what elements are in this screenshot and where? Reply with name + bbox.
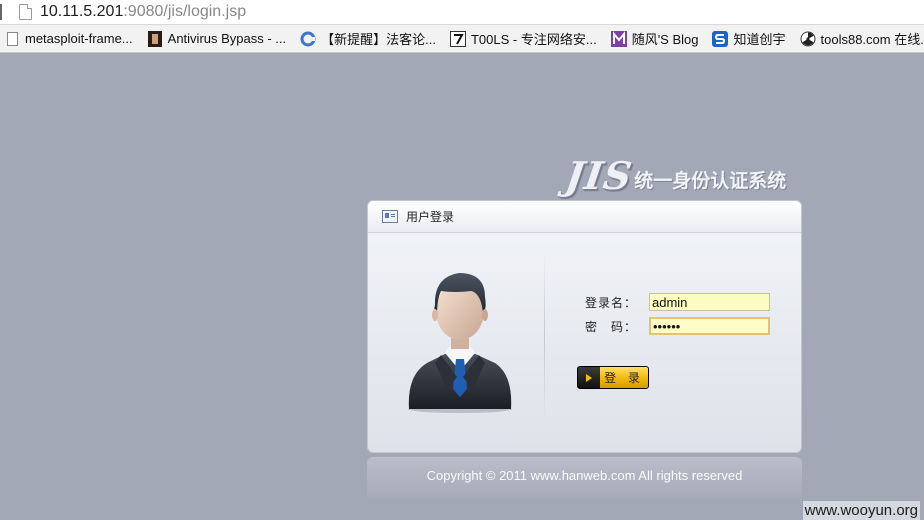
login-panel: 用户登录 登录名： 密 码： <box>367 200 802 453</box>
panel-header: 用户登录 <box>368 201 801 233</box>
radiation-icon <box>800 31 816 47</box>
bookmark-item[interactable]: 随风'S Blog <box>610 29 699 48</box>
bookmark-label: 随风'S Blog <box>631 32 699 47</box>
panel-divider <box>544 253 545 425</box>
bookmark-item[interactable]: 【新提醒】法客论... <box>300 29 436 48</box>
username-row: 登录名： <box>585 293 770 311</box>
bookmark-label: 【新提醒】法客论... <box>321 32 436 47</box>
letter-m-icon <box>610 30 627 47</box>
bookmark-page-icon <box>4 31 20 47</box>
number-7-icon <box>449 30 466 47</box>
letter-s-icon <box>712 30 729 47</box>
bookmark-label: tools88.com 在线... <box>820 32 924 47</box>
watermark: www.wooyun.org <box>802 501 920 520</box>
password-row: 密 码： <box>585 317 770 335</box>
username-label: 登录名： <box>585 295 638 310</box>
bookmark-item[interactable]: metasploit-frame... <box>4 31 133 47</box>
bookmark-label: metasploit-frame... <box>25 31 133 46</box>
username-input[interactable] <box>649 293 770 311</box>
bookmark-label: 知道创宇 <box>733 32 786 47</box>
user-card-icon <box>382 210 398 223</box>
page-icon <box>19 4 32 20</box>
bookmark-label: Antivirus Bypass - ... <box>167 31 287 46</box>
copyright-text: Copyright © 2011 www.hanweb.com All righ… <box>426 468 743 483</box>
url-text[interactable]: 10.11.5.201:9080/jis/login.jsp <box>40 3 246 21</box>
bookmarks-bar: metasploit-frame... Antivirus Bypass - .… <box>0 25 924 53</box>
film-strip-icon <box>147 30 163 47</box>
password-label: 密 码： <box>585 319 638 334</box>
login-button-label: 登 录 <box>600 367 648 388</box>
user-avatar-icon <box>408 273 512 413</box>
system-title: 统一身份认证系统 <box>634 170 787 192</box>
bookmark-item[interactable]: tools88.com 在线... <box>800 29 924 48</box>
logo-text: JIS <box>562 153 636 198</box>
play-arrow-icon <box>586 373 592 382</box>
panel-title: 用户登录 <box>406 210 455 224</box>
bookmark-item[interactable]: 知道创宇 <box>712 29 786 48</box>
window-edge <box>0 4 2 20</box>
password-input[interactable] <box>649 317 770 335</box>
bookmark-item[interactable]: Antivirus Bypass - ... <box>147 30 287 47</box>
address-bar[interactable]: 10.11.5.201:9080/jis/login.jsp <box>0 0 924 25</box>
refresh-circle-icon <box>300 31 316 47</box>
bookmark-label: T00LS - 专注网络安... <box>470 32 597 47</box>
login-button[interactable]: 登 录 <box>577 366 649 389</box>
bookmark-item[interactable]: T00LS - 专注网络安... <box>449 29 597 48</box>
system-logo: JIS 统一身份认证系统 <box>562 153 787 198</box>
